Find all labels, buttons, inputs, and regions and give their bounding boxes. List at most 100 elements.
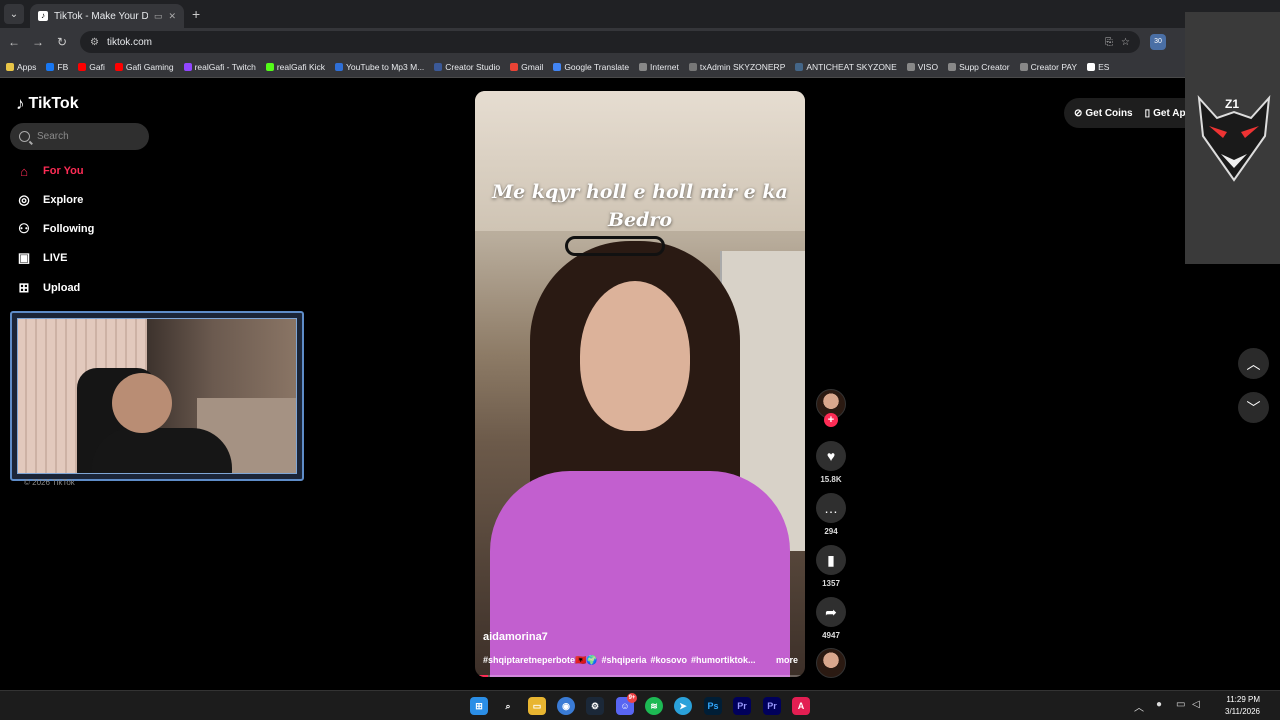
browser-tab[interactable]: ♪ TikTok - Make Your Day ▭ ✕: [30, 4, 184, 28]
search-input[interactable]: Search: [10, 123, 149, 150]
telegram-icon[interactable]: ➤: [674, 697, 692, 715]
bookmark-star-icon[interactable]: ☆: [1121, 37, 1130, 48]
bookmark-item[interactable]: Gafi Gaming: [114, 62, 174, 72]
bookmark-item[interactable]: Google Translate: [553, 62, 629, 72]
bookmark-item[interactable]: Creator Studio: [434, 62, 500, 72]
save-action[interactable]: ▮ 1357: [816, 545, 846, 588]
bookmark-icon[interactable]: ▮: [816, 545, 846, 575]
header-actions: ⊘ Get Coins ▯ Get App: [1064, 98, 1204, 128]
hashtag[interactable]: #shqiperia: [601, 655, 646, 666]
heart-icon[interactable]: ♥: [816, 441, 846, 471]
install-app-icon[interactable]: ⎘: [1105, 37, 1113, 48]
bookmark-item[interactable]: VISO: [906, 62, 938, 72]
bookmark-item[interactable]: ANTICHEAT SKYZONE: [795, 62, 897, 72]
network-icon[interactable]: ▭: [1176, 699, 1185, 710]
bookmark-item[interactable]: YouTube to Mp3 M...: [335, 62, 424, 72]
bookmark-item[interactable]: Internet: [639, 62, 679, 72]
forward-button[interactable]: →: [26, 35, 50, 49]
bookmark-item[interactable]: Supp Creator: [948, 62, 1010, 72]
video-player[interactable]: Me kqyr holl e holl mir e ka Bedro aidam…: [475, 91, 805, 677]
new-tab-button[interactable]: +: [192, 6, 200, 22]
video-progress-bar[interactable]: [475, 675, 805, 677]
nav-following[interactable]: ⚇ Following: [16, 221, 94, 237]
bookmark-item[interactable]: Gmail: [510, 62, 543, 72]
nav-label: Upload: [43, 282, 81, 294]
tab-search-button[interactable]: ⌄: [4, 4, 24, 24]
browser-toolbar: ← → ↻ ⚙ tiktok.com ⎘ ☆ 30: [0, 28, 1280, 56]
photoshop-icon[interactable]: Ps: [704, 697, 722, 715]
bookmark-item[interactable]: realGafi Kick: [265, 62, 325, 72]
bookmark-favicon-icon: [948, 62, 957, 71]
tab-close-icon[interactable]: ✕: [168, 11, 176, 22]
premiere-icon[interactable]: Pr: [763, 697, 781, 715]
bookmark-item[interactable]: FB: [46, 62, 68, 72]
nav-label: LIVE: [43, 252, 68, 264]
tab-media-icon[interactable]: ▭: [154, 11, 163, 22]
music-disc-icon[interactable]: [816, 648, 846, 678]
search-placeholder: Search: [37, 131, 69, 142]
bookmark-label: ES: [1098, 61, 1110, 72]
music-disc[interactable]: [816, 648, 846, 678]
live-icon: ▣: [17, 250, 31, 265]
next-video-button[interactable]: ﹀: [1238, 392, 1269, 423]
steam-icon[interactable]: ⚙: [586, 697, 604, 715]
share-icon[interactable]: ➦: [816, 597, 846, 627]
tiktok-logo[interactable]: ♪ TikTok: [16, 94, 79, 114]
hashtag[interactable]: #humortiktok...: [691, 655, 756, 666]
volume-icon[interactable]: ◁: [1192, 699, 1200, 710]
more-link[interactable]: more: [776, 655, 798, 666]
app-icon[interactable]: A: [792, 697, 810, 715]
tray-chevron-icon[interactable]: ︿: [1134, 699, 1144, 714]
bookmark-item[interactable]: Creator PAY: [1019, 62, 1077, 72]
premiere-icon[interactable]: Pr: [733, 697, 751, 715]
bookmark-item[interactable]: Gafi: [78, 62, 105, 72]
bookmark-item[interactable]: realGafi - Twitch: [183, 62, 256, 72]
bookmark-favicon-icon: [906, 62, 915, 71]
creator-avatar[interactable]: +: [816, 389, 846, 429]
start-button-icon[interactable]: ⊞: [470, 697, 488, 715]
extension-badge[interactable]: 30: [1150, 34, 1166, 50]
comment-action[interactable]: … 294: [816, 493, 846, 536]
compass-icon: ◎: [18, 192, 30, 207]
nav-upload[interactable]: ⊞ Upload: [16, 280, 81, 296]
bookmark-item[interactable]: txAdmin SKYZONERP: [688, 62, 785, 72]
share-action[interactable]: ➦ 4947: [816, 597, 846, 640]
comment-icon[interactable]: …: [816, 493, 846, 523]
get-coins-button[interactable]: ⊘ Get Coins: [1074, 108, 1133, 119]
nav-explore[interactable]: ◎ Explore: [16, 192, 83, 208]
chrome-icon[interactable]: ◉: [557, 697, 575, 715]
bookmark-item[interactable]: ES: [1087, 62, 1109, 72]
microphone-icon[interactable]: ●: [1156, 699, 1162, 710]
webcam-overlay: [10, 311, 304, 481]
bookmark-favicon-icon: [335, 62, 344, 71]
back-button[interactable]: ←: [2, 35, 26, 49]
follow-plus-icon[interactable]: +: [824, 413, 838, 427]
system-clock[interactable]: 11:29 PM 3/11/2026: [1206, 694, 1260, 718]
spotify-icon[interactable]: ≋: [645, 697, 663, 715]
copyright-text: © 2026 TikTok: [24, 478, 75, 487]
chevron-up-icon: ︿: [1246, 355, 1261, 372]
save-count: 1357: [822, 579, 840, 588]
site-info-icon[interactable]: ⚙: [90, 37, 99, 48]
previous-video-button[interactable]: ︿: [1238, 348, 1269, 379]
hashtag[interactable]: #kosovo: [650, 655, 687, 666]
chevron-down-icon: ﹀: [1246, 399, 1261, 416]
bookmark-label: Google Translate: [564, 61, 630, 72]
file-explorer-icon[interactable]: ▭: [528, 697, 546, 715]
bookmark-favicon-icon: [114, 62, 123, 71]
nav-for-you[interactable]: ⌂ For You: [16, 163, 84, 179]
like-action[interactable]: ♥ 15.8K: [816, 441, 846, 484]
bookmark-favicon-icon: [795, 62, 804, 71]
search-taskbar-icon[interactable]: ⌕: [499, 697, 517, 715]
comment-count: 294: [824, 527, 838, 536]
nav-live[interactable]: ▣ LIVE: [16, 250, 68, 266]
reload-button[interactable]: ↻: [50, 35, 74, 49]
coin-icon: ⊘: [1074, 107, 1083, 119]
address-bar[interactable]: ⚙ tiktok.com ⎘ ☆: [80, 31, 1140, 53]
share-count: 4947: [822, 631, 840, 640]
bookmark-item[interactable]: Apps: [6, 62, 36, 72]
hashtag[interactable]: #shqiptaretneperbote🇦🇱🌍: [483, 655, 597, 666]
video-username[interactable]: aidamorina7: [483, 631, 548, 643]
nav-label: Explore: [43, 194, 84, 206]
nav-label: For You: [43, 165, 84, 177]
